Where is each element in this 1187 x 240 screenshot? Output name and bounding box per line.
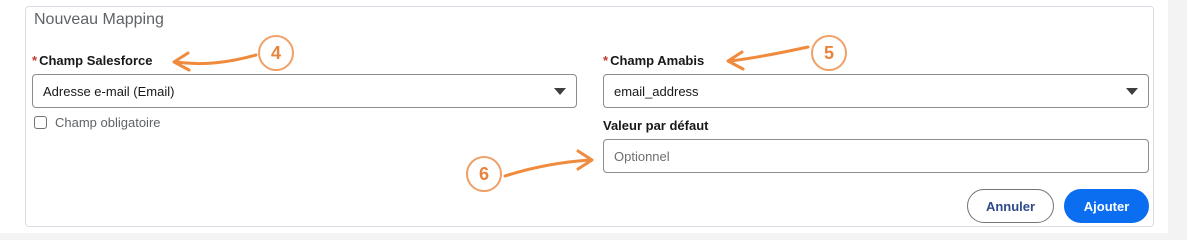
annotation-callout-5: 5 [811, 35, 847, 71]
annotation-arrow-4 [174, 53, 258, 66]
annotation-callout-4: 4 [258, 35, 294, 71]
annotation-callout-6: 6 [466, 156, 502, 192]
annotation-arrows [172, 45, 810, 178]
annotation-arrow-5 [728, 45, 810, 63]
